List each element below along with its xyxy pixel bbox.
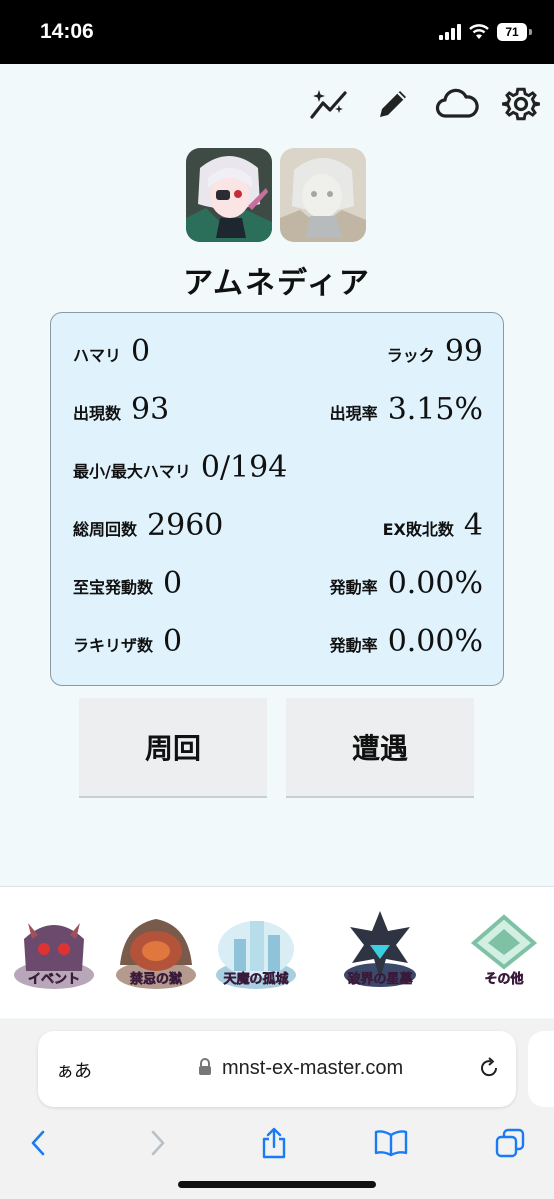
tabs-icon[interactable] — [490, 1123, 530, 1163]
stats-row-appear: 出現数 93 出現率 3.15% — [51, 391, 505, 431]
category-label: 天魔の孤城 — [223, 972, 289, 988]
url-text[interactable]: mnst-ex-master.com — [222, 1057, 403, 1080]
forward-icon[interactable] — [138, 1123, 178, 1163]
status-icons: 71 — [439, 20, 532, 44]
stats-row-treasure: 至宝発動数 0 発動率 0.00% — [51, 565, 505, 605]
category-other[interactable]: その他 — [458, 905, 550, 997]
lakiriza-count-label: ラキリザ数 — [73, 636, 154, 655]
treasure-count-value: 0 — [163, 566, 183, 601]
category-label: 禁忌の獄 — [129, 972, 183, 988]
minmax-value: 0/194 — [200, 450, 288, 485]
stats-row-minmax: 最小/最大ハマリ 0/194 — [51, 449, 505, 489]
address-bar[interactable]: ぁあ mnst-ex-master.com — [38, 1031, 516, 1107]
pencil-icon[interactable] — [371, 82, 415, 126]
hamari-label: ハマリ — [73, 346, 122, 365]
back-icon[interactable] — [18, 1123, 58, 1163]
appear-rate-value: 3.15% — [387, 392, 483, 427]
reload-icon[interactable] — [478, 1057, 500, 1079]
category-event[interactable]: イベント — [8, 905, 100, 997]
character-avatar[interactable] — [186, 148, 272, 242]
signal-icon — [439, 24, 461, 40]
stats-row-laps: 総周回数 2960 EX敗北数 4 — [51, 507, 505, 547]
lakiriza-rate-value: 0.00% — [387, 624, 483, 659]
appear-count-value: 93 — [131, 392, 170, 427]
treasure-count-label: 至宝発動数 — [73, 578, 154, 597]
lock-icon — [199, 1058, 211, 1075]
home-indicator — [178, 1181, 376, 1188]
treasure-rate-value: 0.00% — [387, 566, 483, 601]
lakiriza-count-value: 0 — [163, 624, 183, 659]
gear-icon[interactable] — [499, 82, 543, 126]
lap-button[interactable]: 周回 — [79, 698, 267, 798]
stats-row-hamari: ハマリ 0 ラック 99 — [51, 333, 505, 373]
category-label: その他 — [484, 972, 524, 988]
category-forbidden-prison[interactable]: 禁忌の獄 — [110, 905, 202, 997]
hamari-value: 0 — [131, 334, 151, 369]
encounter-button[interactable]: 遭遇 — [286, 698, 474, 798]
total-laps-label: 総周回数 — [73, 520, 138, 539]
battery-indicator: 71 — [497, 23, 527, 41]
stats-card: ハマリ 0 ラック 99 出現数 93 出現率 3.15% 最小/最大ハマリ 0… — [50, 312, 504, 686]
ex-defeat-label: EX敗北数 — [382, 520, 454, 539]
category-label: 破界の星墓 — [347, 972, 413, 988]
character-name: アムネディア — [183, 266, 371, 301]
reader-options-button[interactable]: ぁあ — [56, 1057, 92, 1083]
share-icon[interactable] — [254, 1123, 294, 1163]
luck-label: ラック — [386, 346, 435, 365]
appear-rate-label: 出現率 — [329, 404, 378, 423]
browser-chrome: ぁあ mnst-ex-master.com — [0, 1019, 554, 1199]
stats-row-lakiriza: ラキリザ数 0 発動率 0.00% — [51, 623, 505, 663]
sparkle-chart-icon[interactable] — [307, 82, 351, 126]
character-avatar-alt[interactable] — [280, 148, 366, 242]
category-label: イベント — [27, 972, 81, 988]
wifi-icon — [469, 24, 489, 39]
minmax-label: 最小/最大ハマリ — [73, 462, 191, 481]
appear-count-label: 出現数 — [73, 404, 122, 423]
category-tenma-castle[interactable]: 天魔の孤城 — [210, 905, 302, 997]
treasure-rate-label: 発動率 — [329, 578, 378, 597]
cloud-icon[interactable] — [435, 82, 479, 126]
status-bar: 14:06 71 — [0, 0, 554, 64]
category-hakai-star-tomb[interactable]: 破界の星墓 — [334, 905, 426, 997]
adjacent-tab-preview[interactable] — [528, 1031, 554, 1107]
category-bar: イベント 禁忌の獄 天魔の孤城 破界の星墓 その他 — [0, 886, 554, 1018]
total-laps-value: 2960 — [147, 508, 224, 543]
battery-tip — [529, 29, 532, 35]
lakiriza-rate-label: 発動率 — [329, 636, 378, 655]
ex-defeat-value: 4 — [463, 508, 483, 543]
status-time: 14:06 — [40, 20, 94, 43]
luck-value: 99 — [444, 334, 483, 369]
bookmarks-icon[interactable] — [371, 1123, 411, 1163]
